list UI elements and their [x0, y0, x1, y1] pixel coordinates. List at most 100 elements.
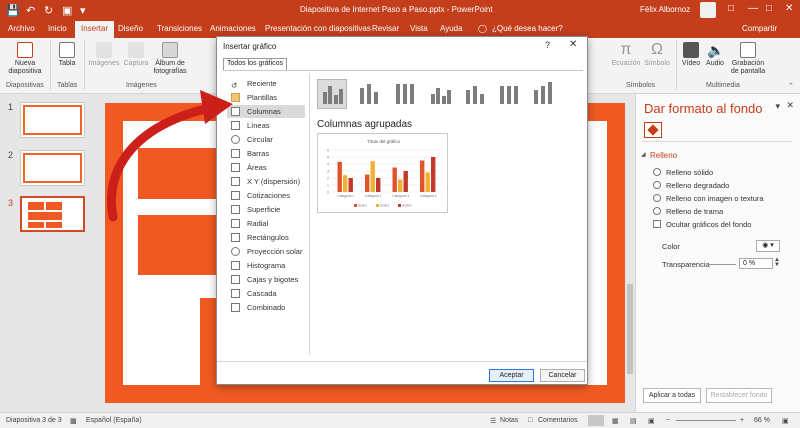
- save-icon[interactable]: 💾: [6, 4, 20, 17]
- tab-archivo[interactable]: Archivo: [8, 24, 35, 33]
- zoom-level[interactable]: 66 %: [754, 417, 770, 424]
- group-slides: Diapositivas: [6, 82, 44, 89]
- category-radar[interactable]: Radial: [227, 217, 305, 230]
- category-areas[interactable]: Áreas: [227, 161, 305, 174]
- present-icon[interactable]: ▣: [62, 4, 72, 17]
- 100-stacked-column-icon[interactable]: [389, 79, 419, 109]
- sunburst-chart-icon: [231, 247, 240, 256]
- color-label: Color: [662, 242, 680, 251]
- table-button[interactable]: Tabla: [54, 42, 80, 68]
- category-treemap[interactable]: Rectángulos: [227, 231, 305, 244]
- 3d-100-stacked-column-icon[interactable]: [493, 79, 523, 109]
- category-bars[interactable]: Barras: [227, 147, 305, 160]
- slide-thumbnail[interactable]: [20, 102, 85, 138]
- customize-quick-access-icon[interactable]: ▾: [80, 4, 86, 17]
- maximize-icon[interactable]: □: [766, 3, 772, 14]
- category-box-whisker[interactable]: Cajas y bigotes: [227, 273, 305, 286]
- tab-vista[interactable]: Vista: [410, 24, 428, 33]
- category-columns[interactable]: Columnas: [227, 105, 305, 118]
- slide-thumbnail[interactable]: [20, 150, 85, 186]
- sorter-view-icon[interactable]: ▦: [612, 417, 619, 425]
- category-stock[interactable]: Cotizaciones: [227, 189, 305, 202]
- category-combo[interactable]: Combinado: [227, 301, 305, 314]
- scatter-chart-icon: [231, 177, 240, 186]
- category-lines[interactable]: Líneas: [227, 119, 305, 132]
- avatar[interactable]: [700, 2, 716, 18]
- normal-view-icon[interactable]: [588, 415, 604, 426]
- symbol-button[interactable]: Ω Símbolo: [642, 42, 672, 68]
- 3d-clustered-column-icon[interactable]: [425, 79, 455, 109]
- tab-animaciones[interactable]: Animaciones: [210, 24, 256, 33]
- reading-view-icon[interactable]: ▤: [630, 417, 637, 425]
- zoom-slider[interactable]: [676, 420, 736, 421]
- reset-background-button[interactable]: Restablecer fondo: [706, 388, 772, 403]
- category-scatter[interactable]: X Y (dispersión): [227, 175, 305, 188]
- legend-swatch: [376, 204, 379, 207]
- fill-bucket-icon[interactable]: [644, 122, 662, 138]
- share-button[interactable]: Compartir: [742, 24, 777, 33]
- ok-button[interactable]: Aceptar: [489, 369, 534, 382]
- transparency-spinner-icon[interactable]: ▲ ▼: [774, 257, 780, 268]
- screen-recording-button[interactable]: Grabación de pantalla: [728, 42, 768, 76]
- bar-chart-icon: [231, 149, 240, 158]
- category-waterfall[interactable]: Cascada: [227, 287, 305, 300]
- tab-transiciones[interactable]: Transiciones: [157, 24, 202, 33]
- user-name[interactable]: Félix Albornoz: [640, 5, 690, 14]
- fill-section-header[interactable]: Relleno: [641, 151, 677, 160]
- tab-revisar[interactable]: Revisar: [372, 24, 399, 33]
- language[interactable]: Español (España): [86, 417, 142, 424]
- comments-icon[interactable]: □: [528, 417, 532, 424]
- equation-button[interactable]: π Ecuación: [608, 42, 644, 68]
- images-button[interactable]: Imágenes: [88, 42, 120, 68]
- clustered-column-icon[interactable]: [317, 79, 347, 109]
- photo-album-button[interactable]: Álbum de fotografías: [150, 42, 190, 76]
- ribbon-options-icon[interactable]: □: [728, 3, 734, 14]
- video-button[interactable]: Vídeo: [680, 42, 702, 68]
- stacked-column-icon[interactable]: [353, 79, 383, 109]
- category-histogram[interactable]: Histograma: [227, 259, 305, 272]
- transparency-slider[interactable]: [708, 264, 736, 265]
- comments-button[interactable]: Comentarios: [538, 417, 578, 424]
- tab-presentacion[interactable]: Presentación con diapositivas: [265, 24, 371, 33]
- slide-thumbnail-selected[interactable]: [20, 196, 85, 232]
- category-templates[interactable]: Plantillas: [227, 91, 305, 104]
- zoom-out-icon[interactable]: −: [666, 417, 670, 424]
- category-pie[interactable]: Circular: [227, 133, 305, 146]
- audio-button[interactable]: 🔈 Audio: [704, 42, 726, 68]
- tab-all-charts[interactable]: Todos los gráficos: [223, 58, 288, 70]
- zoom-in-icon[interactable]: +: [740, 417, 744, 424]
- 3d-column-icon[interactable]: [527, 79, 557, 109]
- category-recent[interactable]: ↺ Reciente: [227, 77, 305, 90]
- minimize-icon[interactable]: —: [748, 3, 758, 14]
- notes-button[interactable]: Notas: [500, 417, 518, 424]
- capture-button[interactable]: Captura: [122, 42, 150, 68]
- close-dialog-icon[interactable]: ✕: [569, 39, 577, 50]
- tab-ayuda[interactable]: Ayuda: [440, 24, 463, 33]
- color-picker-button[interactable]: ◉ ▾: [756, 240, 780, 252]
- tab-inicio[interactable]: Inicio: [48, 24, 67, 33]
- apply-all-button[interactable]: Aplicar a todas: [643, 388, 701, 403]
- collapse-ribbon-icon[interactable]: ⌃: [788, 82, 794, 90]
- help-icon[interactable]: ?: [545, 40, 550, 50]
- notes-icon[interactable]: ☰: [490, 417, 496, 425]
- category-surface[interactable]: Superficie: [227, 203, 305, 216]
- spellcheck-icon[interactable]: ▩: [70, 417, 77, 425]
- 3d-stacked-column-icon[interactable]: [459, 79, 489, 109]
- chart-subtype-title: Columnas agrupadas: [317, 119, 413, 130]
- close-window-icon[interactable]: ✕: [785, 3, 793, 14]
- undo-icon[interactable]: ↶: [26, 4, 35, 17]
- tell-me-search[interactable]: ¿Qué desea hacer?: [492, 24, 563, 33]
- pane-options-icon[interactable]: ▾: [775, 101, 780, 112]
- close-pane-icon[interactable]: ✕: [786, 100, 794, 111]
- slideshow-view-icon[interactable]: ▣: [648, 417, 655, 425]
- camera-icon: [128, 42, 144, 58]
- redo-icon[interactable]: ↻: [44, 4, 53, 17]
- cancel-button[interactable]: Cancelar: [540, 369, 585, 382]
- fit-slide-icon[interactable]: ▣: [782, 417, 789, 425]
- tab-diseno[interactable]: Diseño: [118, 24, 143, 33]
- tab-insertar[interactable]: Insertar: [75, 21, 115, 38]
- category-sunburst[interactable]: Proyección solar: [227, 245, 305, 258]
- slide-scrollbar[interactable]: [625, 94, 635, 412]
- new-slide-button[interactable]: Nueva diapositiva: [4, 42, 46, 76]
- transparency-input[interactable]: 0 %: [739, 258, 773, 269]
